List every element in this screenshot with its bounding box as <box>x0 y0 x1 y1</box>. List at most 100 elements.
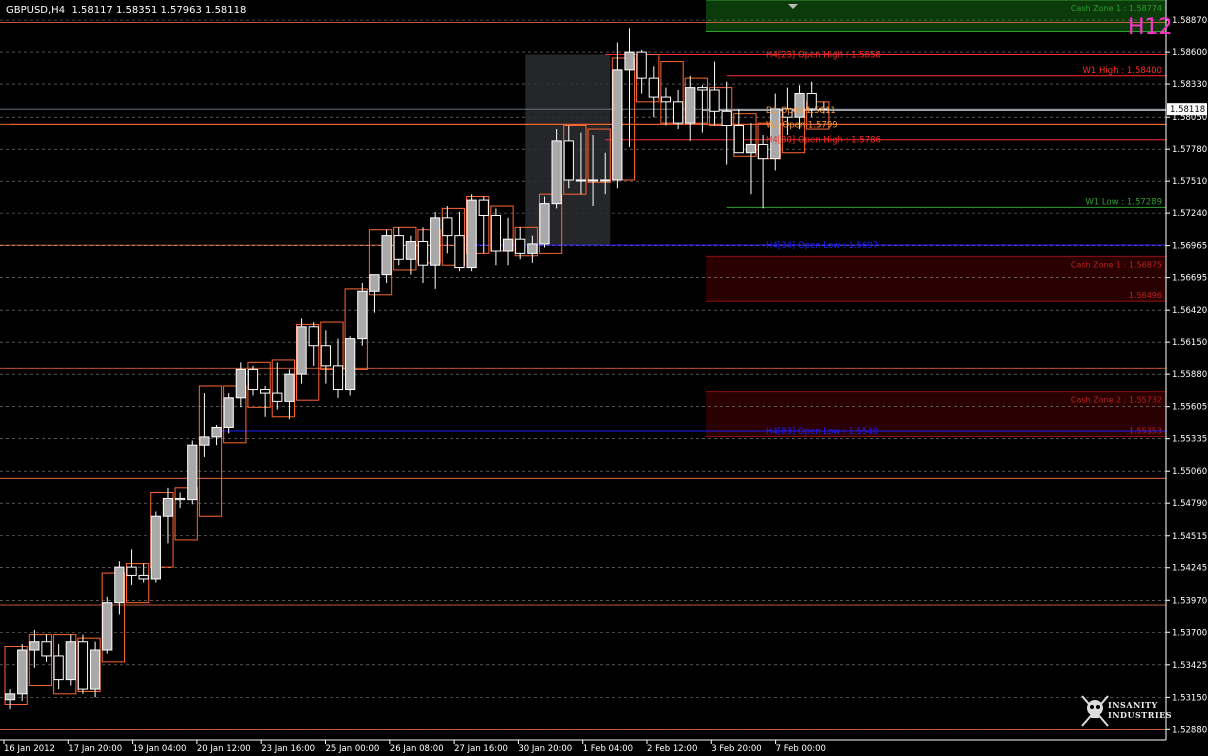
x-tick-label: 25 Jan 00:00 <box>326 744 380 754</box>
candle-body <box>235 368 246 399</box>
candle-body <box>17 649 28 695</box>
level-label: W1 High : 1.58400 <box>1083 66 1162 76</box>
candle-body <box>89 649 101 690</box>
candle-body <box>733 125 744 154</box>
x-tick-label: 3 Feb 20:00 <box>711 744 761 754</box>
candle-body <box>648 77 659 98</box>
level-label: W1 Open 1.5799 <box>766 120 838 130</box>
brand-line-2: INDUSTRIES <box>1108 710 1172 720</box>
candle-body <box>320 345 331 367</box>
y-tick-label: 1.56420 <box>1172 306 1207 316</box>
symbol-label: GBPUSD,H4 <box>6 5 66 16</box>
x-tick-label: 26 Jan 08:00 <box>390 744 444 754</box>
price-chart[interactable]: Cash Zone 1 : 1.58774 Cash Zone 1 : 1.568… <box>0 0 1208 756</box>
candle-body <box>65 641 76 681</box>
brand-line-1: INSANITY <box>1108 700 1158 710</box>
y-tick-label: 1.55335 <box>1172 435 1207 445</box>
y-tick-label: 1.57780 <box>1172 145 1207 155</box>
x-tick-label: 19 Jan 04:00 <box>133 744 187 754</box>
candle-body <box>77 641 89 690</box>
level-label: H4[23] Open High : 1.5858 <box>766 50 881 60</box>
candle-body <box>600 179 611 182</box>
candle-body <box>527 243 538 254</box>
candle-body <box>345 338 356 391</box>
y-tick-label: 1.58870 <box>1172 16 1207 26</box>
y-tick-label: 1.56150 <box>1172 338 1207 348</box>
chart-header: GBPUSD,H4 1.58117 1.58351 1.57963 1.5811… <box>6 5 246 16</box>
candle-body <box>332 365 344 391</box>
candle-body <box>490 214 502 252</box>
level-label: D1 Open 1.5811 <box>766 106 836 116</box>
candle-body <box>369 274 380 292</box>
candle-body <box>430 217 441 266</box>
candle-body <box>308 326 319 347</box>
x-tick-label: 23 Jan 16:00 <box>261 744 315 754</box>
y-tick-label: 1.54790 <box>1172 499 1207 509</box>
x-tick-label: 16 Jan 2012 <box>4 744 55 754</box>
candle-body <box>515 238 526 254</box>
candle-body <box>697 87 708 91</box>
cash-zone-bottom-label-1: 1.56496 <box>1129 291 1162 300</box>
cash-zone-label-0: Cash Zone 1 : 1.58774 <box>1071 4 1162 13</box>
current-price-label: 1.58118 <box>1170 105 1205 115</box>
candle-body <box>587 179 599 182</box>
candle-body <box>612 69 623 181</box>
candle-body <box>247 368 259 391</box>
level-label: H4[34] Open Low : 1.5697 <box>766 241 878 251</box>
y-tick-label: 1.53970 <box>1172 596 1207 606</box>
y-tick-label: 1.58600 <box>1172 48 1207 58</box>
candle-body <box>563 140 574 181</box>
candle-body <box>757 143 769 160</box>
y-tick-label: 1.58330 <box>1172 80 1207 90</box>
candle-body <box>260 389 271 394</box>
candle-body <box>199 436 210 446</box>
candle-body <box>174 497 186 501</box>
candle-body <box>53 655 64 681</box>
candle-body <box>672 101 684 124</box>
candle-body <box>114 566 125 604</box>
candle-body <box>138 574 149 580</box>
candle-body <box>29 641 40 651</box>
level-label: H4[83] Open Low : 1.5540 <box>766 427 878 437</box>
x-tick-label: 7 Feb 00:00 <box>776 744 826 754</box>
candle-body <box>685 87 696 124</box>
candle-body <box>454 235 465 269</box>
y-tick-label: 1.55060 <box>1172 467 1207 477</box>
candle-body <box>770 108 781 160</box>
cash-zone-label-1: Cash Zone 1 : 1.56875 <box>1071 260 1162 269</box>
y-tick-label: 1.57510 <box>1172 177 1207 187</box>
candle-body <box>381 235 392 276</box>
candle-body <box>405 241 417 260</box>
ohlc-label: 1.58117 1.58351 1.57963 1.58118 <box>71 5 247 16</box>
candle-body <box>502 238 514 252</box>
y-tick-label: 1.53425 <box>1172 661 1207 671</box>
y-tick-label: 1.54515 <box>1172 532 1207 542</box>
y-tick-label: 1.52880 <box>1172 725 1207 735</box>
cash-zone-label-2: Cash Zone 2 : 1.55732 <box>1071 396 1162 405</box>
candle-body <box>126 566 137 576</box>
candle-body <box>162 497 174 517</box>
y-tick-label: 1.54245 <box>1172 564 1207 574</box>
candle-body <box>211 426 222 438</box>
y-tick-label: 1.53700 <box>1172 628 1207 638</box>
candle-body <box>223 397 234 428</box>
candle-body <box>745 143 757 154</box>
candle-body <box>393 235 404 260</box>
candle-body <box>575 179 587 182</box>
candle-body <box>660 96 672 103</box>
candle-body <box>721 110 732 127</box>
y-tick-label: 1.56965 <box>1172 242 1207 252</box>
x-tick-label: 17 Jan 20:00 <box>68 744 122 754</box>
y-tick-label: 1.55605 <box>1172 403 1207 413</box>
candle-body <box>442 217 453 237</box>
candle-body <box>284 373 295 402</box>
candle-body <box>539 203 550 245</box>
candle-body <box>102 602 113 651</box>
x-tick-label: 2 Feb 12:00 <box>647 744 697 754</box>
candle-body <box>478 199 489 216</box>
x-tick-label: 20 Jan 12:00 <box>197 744 251 754</box>
x-tick-label: 1 Feb 04:00 <box>583 744 633 754</box>
y-tick-label: 1.57240 <box>1172 209 1207 219</box>
candle-body <box>150 515 161 580</box>
candle-body <box>296 326 307 375</box>
